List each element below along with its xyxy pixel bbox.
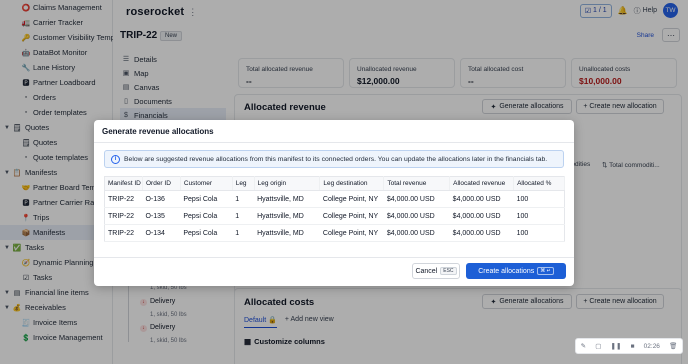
pen-icon[interactable]: ✎	[581, 342, 586, 350]
table-cell: Hyattsville, MD	[254, 190, 320, 208]
stop-icon[interactable]: ■	[631, 343, 635, 350]
pause-icon[interactable]: ❚❚	[611, 342, 622, 350]
table-cell: TRIP-22	[104, 190, 143, 208]
info-banner: i Below are suggested revenue allocation…	[104, 150, 564, 168]
table-cell: College Point, NY	[319, 190, 384, 208]
table-cell: 100	[513, 190, 565, 208]
table-cell: $4,000.00 USD	[383, 190, 450, 208]
table-cell: 100	[513, 224, 565, 242]
info-icon: i	[111, 154, 120, 164]
table-cell: $4,000.00 USD	[383, 224, 450, 242]
table-cell: Hyattsville, MD	[254, 224, 320, 242]
allocations-table: Manifest ID Order ID Customer Leg Leg origin…	[104, 176, 565, 242]
table-cell: O-134	[142, 224, 181, 242]
square-icon[interactable]: ▢	[595, 342, 601, 350]
table-cell: $4,000.00 USD	[383, 207, 450, 225]
column-header[interactable]: Leg origin	[254, 176, 321, 191]
column-header[interactable]: Order ID	[142, 176, 181, 191]
table-cell: $4,000.00 USD	[449, 207, 514, 225]
table-cell: $4,000.00 USD	[449, 224, 514, 242]
table-cell: College Point, NY	[319, 207, 384, 225]
create-allocations-button[interactable]: Create allocations ⌘ ↵	[466, 263, 566, 279]
divider	[94, 142, 574, 143]
table-row[interactable]: TRIP-22 O-134 Pepsi Cola 1 Hyattsville, MD Co…	[104, 224, 565, 242]
table-cell: $4,000.00 USD	[449, 190, 514, 208]
table-cell: Pepsi Cola	[180, 207, 233, 225]
divider	[94, 257, 574, 258]
table-cell: TRIP-22	[104, 207, 143, 225]
column-header[interactable]: Allocated %	[513, 176, 565, 191]
column-header[interactable]: Leg destination	[319, 176, 385, 191]
table-cell: 1	[232, 207, 255, 225]
generate-revenue-allocations-dialog: Generate revenue allocations i Below are…	[94, 120, 574, 286]
column-header[interactable]: Allocated revenue	[449, 176, 515, 191]
table-cell: O-136	[142, 190, 181, 208]
dialog-title: Generate revenue allocations	[102, 127, 214, 136]
column-header[interactable]: Manifest ID	[104, 176, 143, 191]
table-cell: 1	[232, 190, 255, 208]
table-cell: O-135	[142, 207, 181, 225]
column-header[interactable]: Leg	[232, 176, 255, 191]
table-row[interactable]: TRIP-22 O-135 Pepsi Cola 1 Hyattsville, MD Co…	[104, 207, 565, 225]
recording-timer: 02:26	[643, 342, 660, 350]
table-cell: Pepsi Cola	[180, 224, 233, 242]
table-cell: TRIP-22	[104, 224, 143, 242]
column-header[interactable]: Customer	[180, 176, 233, 191]
recorder-toolbar: ✎ ▢ ❚❚ ■ 02:26 🗑	[575, 338, 683, 354]
esc-key-hint: ESC	[440, 267, 457, 275]
table-row[interactable]: TRIP-22 O-136 Pepsi Cola 1 Hyattsville, MD Co…	[104, 190, 565, 208]
table-cell: College Point, NY	[319, 224, 384, 242]
trash-icon[interactable]: 🗑	[669, 342, 677, 350]
table-cell: 1	[232, 224, 255, 242]
table-cell: 100	[513, 207, 565, 225]
table-cell: Pepsi Cola	[180, 190, 233, 208]
shortcut-hint: ⌘ ↵	[537, 267, 554, 275]
column-header[interactable]: Total revenue	[383, 176, 451, 191]
cancel-button[interactable]: Cancel ESC	[412, 263, 460, 279]
table-cell: Hyattsville, MD	[254, 207, 320, 225]
